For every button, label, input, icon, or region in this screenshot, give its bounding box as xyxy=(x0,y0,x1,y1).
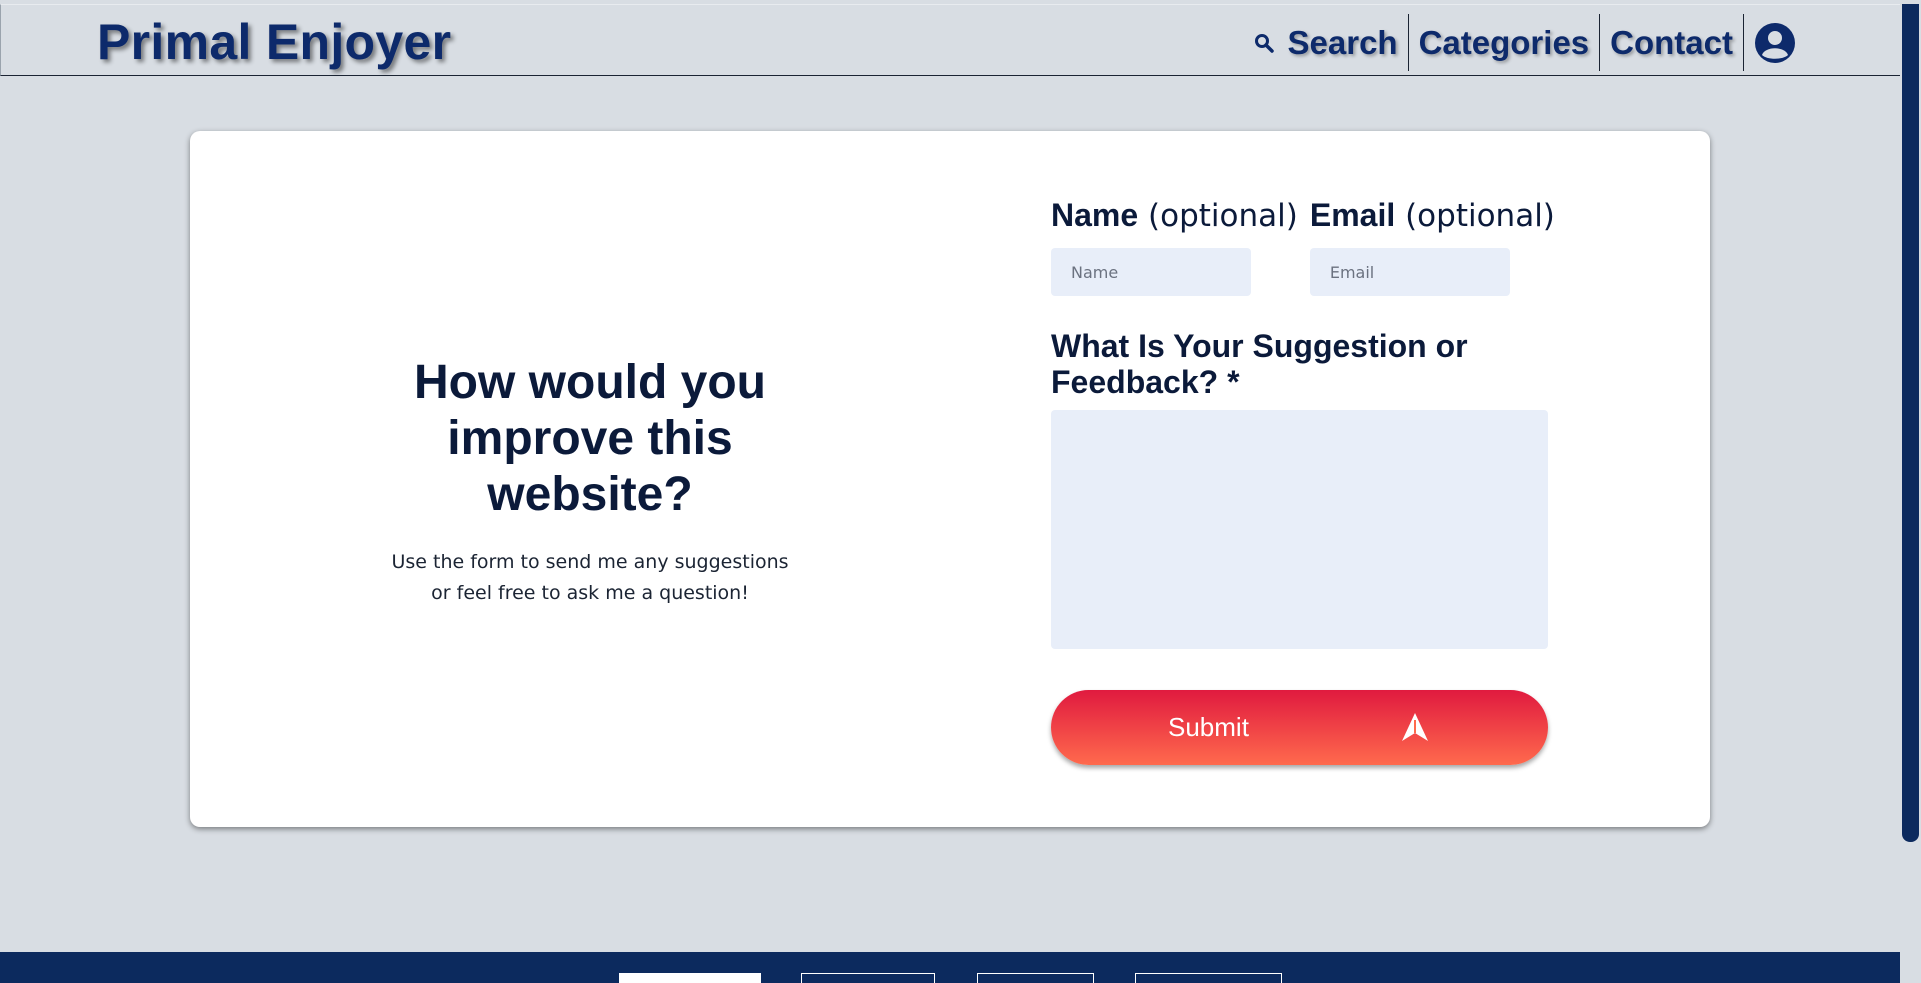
email-optional-text: (optional) xyxy=(1405,198,1555,234)
nav-search-label: Search xyxy=(1287,23,1398,61)
nav-categories-label: Categories xyxy=(1418,23,1590,61)
email-label: Email (optional) xyxy=(1310,197,1555,234)
feedback-textarea[interactable] xyxy=(1051,410,1548,649)
email-label-text: Email xyxy=(1309,197,1396,233)
feedback-label: What Is Your Suggestion or Feedback? * xyxy=(1051,328,1468,400)
feedback-form: Name (optional) Email (optional) What Is… xyxy=(1051,197,1555,770)
page-title: How would you improve this website? xyxy=(414,356,766,521)
name-input[interactable] xyxy=(1051,248,1251,296)
name-field-group: Name (optional) xyxy=(1051,197,1298,296)
submit-button[interactable]: Submit xyxy=(1051,690,1548,765)
site-footer xyxy=(0,952,1900,983)
intro-section: How would you improve this website? Use … xyxy=(390,355,790,609)
scrollbar-thumb[interactable] xyxy=(1902,4,1919,842)
nav-categories[interactable]: Categories xyxy=(1407,14,1600,71)
scrollbar-track[interactable] xyxy=(1900,0,1921,983)
contact-fields-row: Name (optional) Email (optional) xyxy=(1051,197,1555,296)
main-nav: Search Categories Contact xyxy=(1244,14,1806,71)
name-optional-text: (optional) xyxy=(1148,198,1298,234)
email-field-group: Email (optional) xyxy=(1309,197,1555,296)
email-input[interactable] xyxy=(1309,248,1510,296)
footer-link-4[interactable] xyxy=(1135,973,1282,983)
nav-contact[interactable]: Contact xyxy=(1599,14,1743,71)
page-subtitle: Use the form to send me any suggestions … xyxy=(391,551,789,604)
name-label-text: Name xyxy=(1051,197,1139,233)
send-arrow-icon xyxy=(1401,712,1429,749)
footer-link-3[interactable] xyxy=(977,973,1094,983)
nav-search[interactable]: Search xyxy=(1244,14,1408,71)
user-circle-icon xyxy=(1754,22,1796,64)
contact-card: How would you improve this website? Use … xyxy=(190,131,1710,827)
name-label: Name (optional) xyxy=(1051,197,1298,234)
account-button[interactable] xyxy=(1743,14,1806,71)
nav-contact-label: Contact xyxy=(1610,23,1733,61)
footer-link-2[interactable] xyxy=(801,973,935,983)
search-icon xyxy=(1254,33,1274,53)
submit-label: Submit xyxy=(1168,712,1249,742)
site-logo[interactable]: Primal Enjoyer xyxy=(97,13,451,71)
footer-link-1[interactable] xyxy=(619,973,761,983)
site-header: Primal Enjoyer Search Categories Contact xyxy=(0,4,1900,76)
